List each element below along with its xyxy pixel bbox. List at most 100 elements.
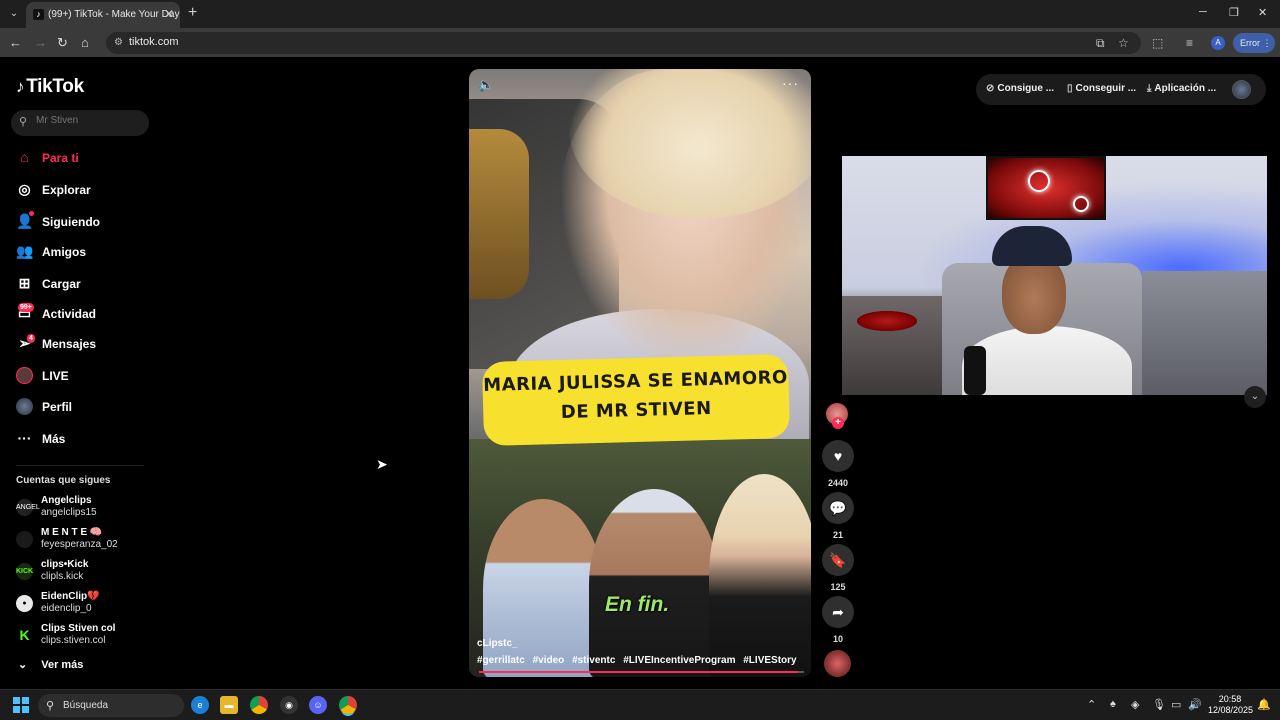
followed-account[interactable]: ● EidenClip💔 eidenclip_0 — [16, 591, 156, 617]
browser-tab-bar: ⌄ ♪ (99+) TikTok - Make Your Day ✕ + ─ ❐… — [0, 0, 1280, 28]
close-tab-icon[interactable]: ✕ — [164, 7, 174, 21]
volume-icon[interactable]: 🔈 — [478, 77, 494, 93]
search-box[interactable]: ⚲ — [11, 110, 149, 136]
comment-count: 21 — [832, 530, 843, 540]
url-text[interactable]: tiktok.com — [129, 36, 179, 48]
desktop-app-button[interactable]: ⤓ Aplicación ... — [1147, 83, 1216, 94]
chrome-icon[interactable] — [250, 696, 268, 714]
forward-icon[interactable]: → — [34, 35, 47, 50]
edge-icon[interactable]: e — [191, 696, 209, 714]
search-icon[interactable]: ⚲ — [19, 115, 27, 128]
search-input[interactable] — [36, 115, 146, 126]
tiktok-logo-text: TikTok — [26, 76, 84, 97]
account-name: clips•Kick — [41, 559, 89, 570]
account-handle: angelclips15 — [41, 507, 97, 518]
video-hashtags: #gerrillatc #video #stiventc #LIVEIncent… — [477, 655, 802, 666]
followed-account[interactable]: M E N T E 🧠 feyesperanza_02 — [16, 527, 156, 553]
volume-icon[interactable]: 🔊 — [1188, 698, 1202, 711]
account-name: M E N T E 🧠 — [41, 527, 103, 538]
share-action[interactable]: ➦ 10 — [822, 596, 854, 644]
hashtag-link[interactable]: #LIVEStory — [743, 655, 796, 666]
account-handle: clipls.kick — [41, 571, 84, 582]
restore-icon[interactable]: ❐ — [1229, 6, 1239, 19]
video-person-right — [709, 474, 811, 677]
tiktok-logo[interactable]: ♪ TikTok — [16, 76, 84, 98]
sidebar-divider — [16, 465, 144, 466]
see-more-button[interactable]: ⌄ Ver más — [18, 658, 83, 671]
minimize-icon[interactable]: ─ — [1199, 6, 1207, 18]
hashtag-link[interactable]: #stiventc — [572, 655, 615, 666]
avatar: KICK — [16, 563, 33, 580]
reload-icon[interactable]: ↻ — [57, 35, 68, 51]
extensions-icon[interactable]: ⬚ — [1152, 36, 1163, 50]
video-progress-bar[interactable] — [479, 671, 804, 673]
hashtag-link[interactable]: #video — [533, 655, 565, 666]
windows-start-icon[interactable] — [13, 697, 29, 713]
notifications-icon[interactable]: 🔔 — [1257, 698, 1271, 711]
browser-error-button[interactable]: Error ⋮ — [1233, 33, 1275, 53]
video-caption-banner: MARIA JULISSA SE ENAMORO DE MR STIVEN — [481, 354, 791, 446]
chevron-down-icon: ⌄ — [18, 659, 28, 671]
tray-chevron-up-icon[interactable]: ⌃ — [1087, 698, 1096, 711]
hashtag-link[interactable]: #gerrillatc — [477, 655, 525, 666]
microphone-icon[interactable]: 🎙 — [1152, 698, 1166, 711]
bookmark-star-icon[interactable]: ☆ — [1118, 36, 1129, 50]
clock-time: 20:58 — [1218, 694, 1242, 704]
taskbar-search[interactable]: ⚲ Búsqueda — [38, 694, 184, 717]
discord-icon[interactable]: ☺ — [309, 696, 327, 714]
get-coins-button[interactable]: ⊘ Consigue ... — [986, 83, 1054, 94]
get-app-button[interactable]: ▯ Conseguir ... — [1067, 83, 1136, 94]
account-handle: eidenclip_0 — [41, 603, 92, 614]
follow-plus-icon[interactable]: + — [832, 417, 844, 429]
taskbar-clock[interactable]: 20:58 12/08/2025 — [1208, 694, 1253, 716]
tiktok-note-icon: ♪ — [16, 77, 25, 96]
omnibox[interactable]: ⚙ tiktok.com ⧉ ☆ — [106, 32, 1141, 54]
bookmark-icon[interactable]: 🔖 — [822, 544, 854, 576]
browser-profile-avatar[interactable]: A — [1211, 36, 1225, 50]
video-more-icon[interactable]: ··· — [782, 75, 799, 91]
like-action[interactable]: ♥ 2440 — [822, 440, 854, 488]
followed-account[interactable]: KICK clips•Kick clipls.kick — [16, 559, 156, 585]
menu-label: Cargar — [42, 277, 81, 291]
music-disc-icon[interactable] — [824, 650, 851, 677]
mouse-cursor-icon: ➤ — [376, 456, 388, 472]
see-more-label: Ver más — [41, 659, 84, 671]
site-info-icon[interactable]: ⚙ — [114, 37, 123, 48]
account-name: Clips Stiven col — [41, 623, 116, 634]
tab-search-chevron-icon[interactable]: ⌄ — [6, 6, 22, 22]
followed-account[interactable]: ANGEL Angelclips angelclips15 — [16, 495, 156, 521]
home-icon: ⌂ — [20, 149, 29, 165]
followed-account[interactable]: K Clips Stiven col clips.stiven.col — [16, 623, 156, 649]
install-app-icon[interactable]: ⧉ — [1096, 36, 1105, 51]
profile-icon — [16, 398, 33, 415]
network-icon[interactable]: ▭ — [1171, 698, 1181, 711]
live-stream-preview[interactable] — [842, 156, 1267, 395]
share-count: 10 — [832, 634, 843, 644]
error-label: Error — [1240, 38, 1260, 48]
chrome-active-icon[interactable] — [339, 696, 357, 714]
back-icon[interactable]: ← — [9, 35, 22, 50]
media-control-icon[interactable]: ≡ — [1186, 36, 1193, 50]
stream-couch-side — [1142, 271, 1267, 395]
follows-section-title: Cuentas que sigues — [16, 475, 111, 486]
stream-ring-light — [1028, 170, 1050, 192]
user-avatar[interactable] — [1232, 80, 1251, 99]
video-author[interactable]: cLipstc_ — [477, 638, 518, 649]
close-window-icon[interactable]: ✕ — [1258, 6, 1267, 19]
stream-chevron-down-icon[interactable]: ⌄ — [1244, 386, 1266, 408]
hashtag-link[interactable]: #LIVEIncentiveProgram — [623, 655, 735, 666]
home-browser-icon[interactable]: ⌂ — [81, 35, 89, 50]
video-player[interactable]: MARIA JULISSA SE ENAMORO DE MR STIVEN En… — [469, 69, 811, 677]
file-explorer-icon[interactable]: ▬ — [220, 696, 238, 714]
heart-icon[interactable]: ♥ — [822, 440, 854, 472]
tray-app-icon[interactable]: ♠ — [1110, 698, 1116, 710]
comment-action[interactable]: 💬 21 — [822, 492, 854, 540]
share-icon[interactable]: ➦ — [822, 596, 854, 628]
steam-icon[interactable]: ◉ — [280, 696, 298, 714]
save-action[interactable]: 🔖 125 — [822, 544, 854, 592]
new-tab-icon[interactable]: + — [188, 4, 197, 22]
save-count: 125 — [830, 582, 846, 592]
tray-security-icon[interactable]: ◈ — [1131, 698, 1139, 711]
comment-icon[interactable]: 💬 — [822, 492, 854, 524]
browser-tab[interactable]: ♪ (99+) TikTok - Make Your Day ✕ — [26, 2, 180, 28]
